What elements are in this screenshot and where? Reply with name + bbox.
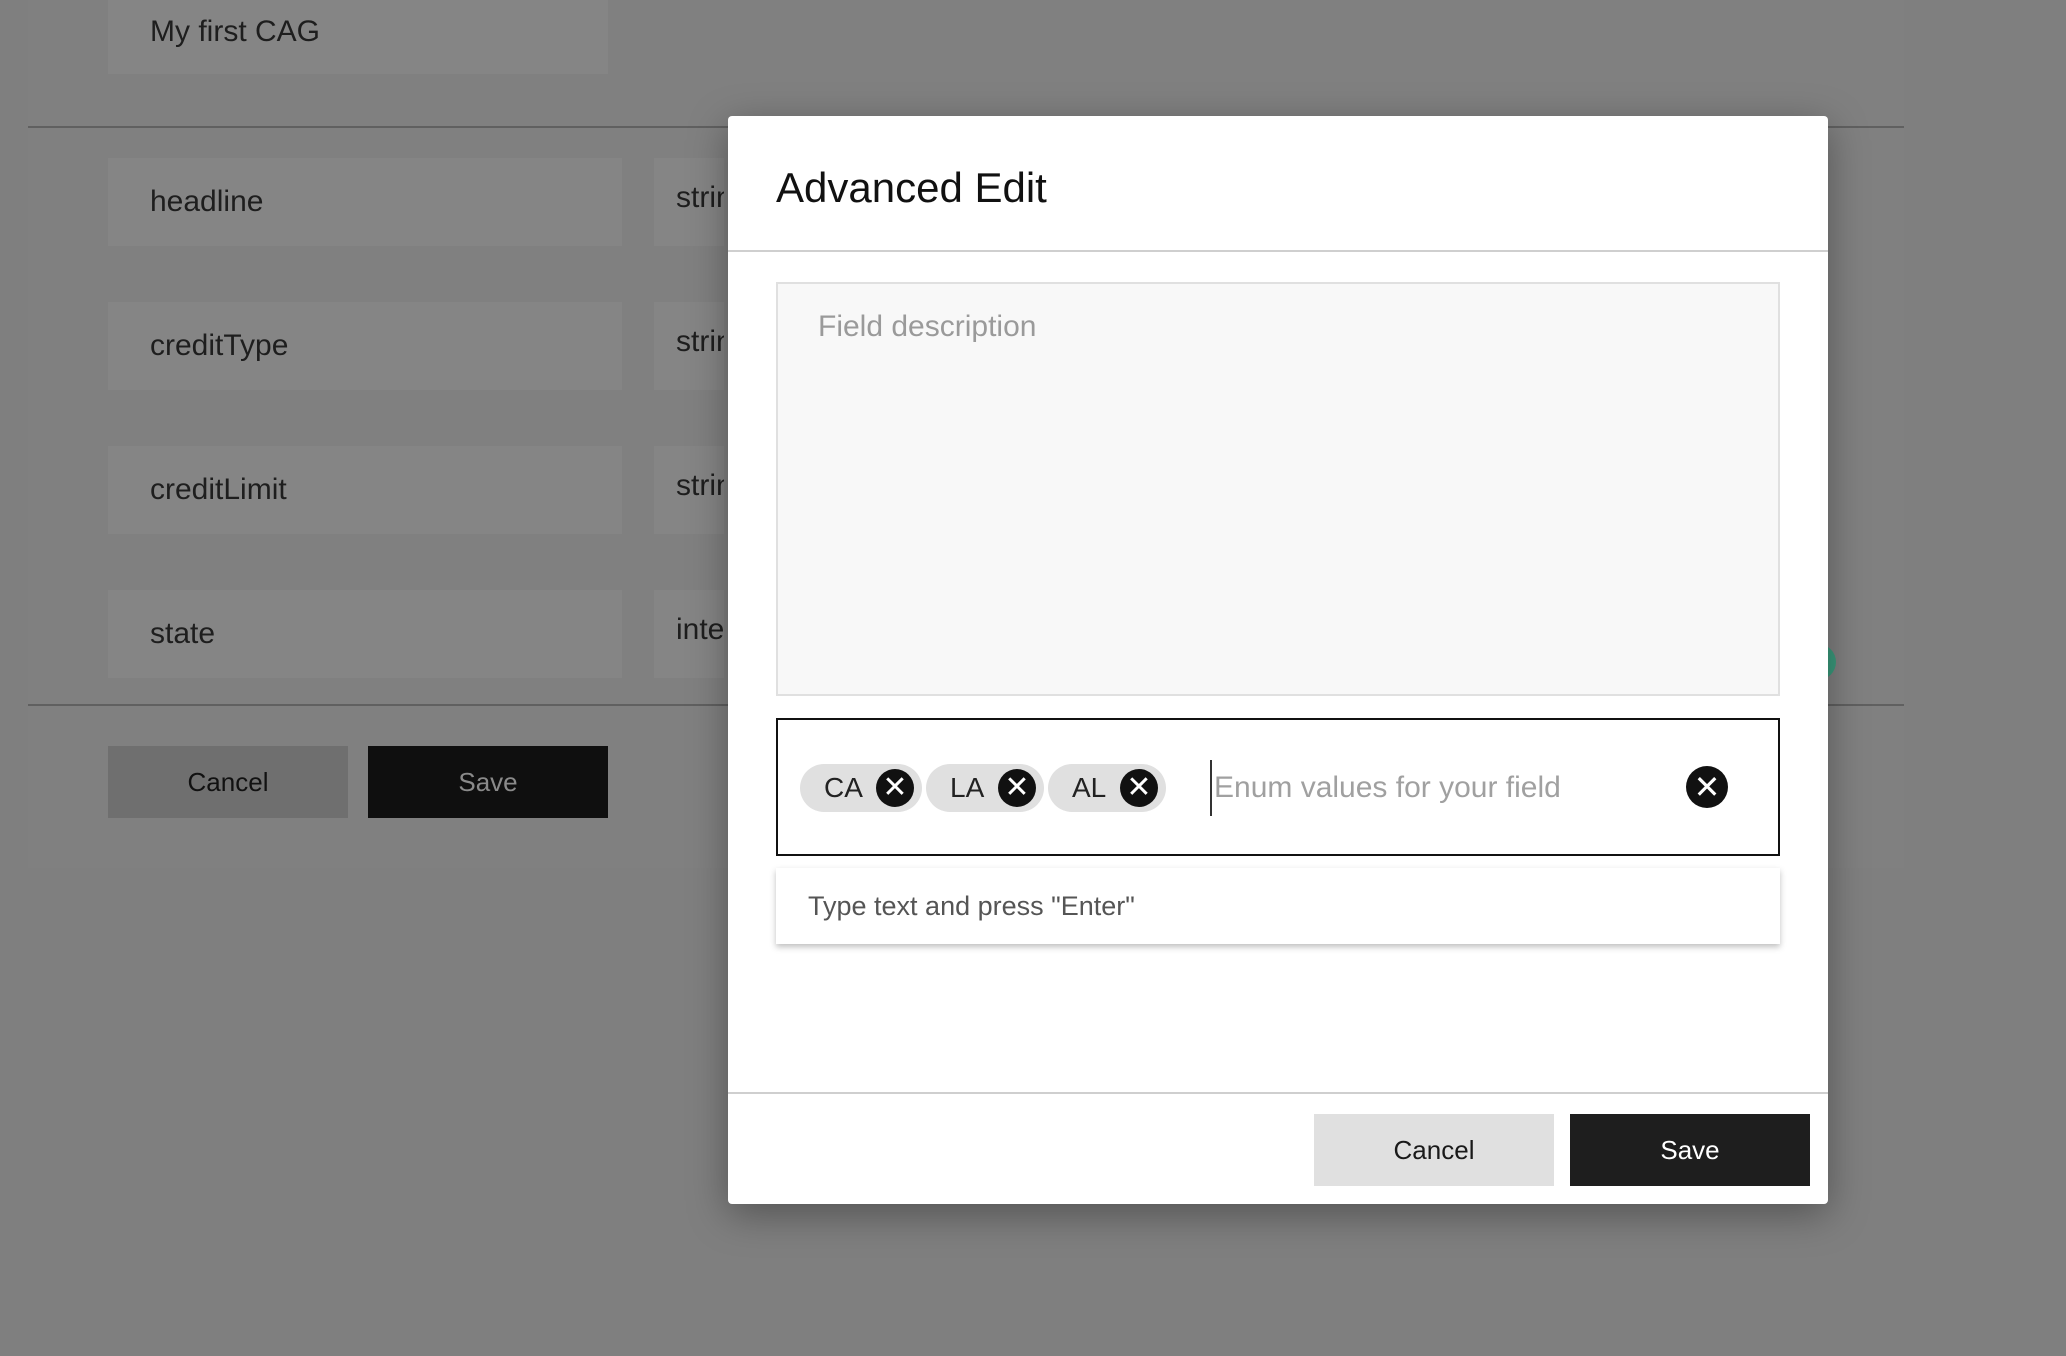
enum-chip-ca: CA ✕	[800, 764, 922, 812]
field-name-headline[interactable]: headline	[108, 158, 622, 246]
field-type-credittype[interactable]: string	[654, 302, 724, 390]
enum-chip-la: LA ✕	[926, 764, 1044, 812]
clear-all-icon[interactable]: ✕	[1686, 766, 1728, 808]
remove-chip-icon[interactable]: ✕	[998, 769, 1036, 807]
cancel-button[interactable]: Cancel	[1314, 1114, 1554, 1186]
field-description-input[interactable]	[776, 282, 1780, 696]
enum-chip-al: AL ✕	[1048, 764, 1166, 812]
background-save-button[interactable]: Save	[368, 746, 608, 818]
cag-name-field[interactable]: My first CAG	[108, 0, 608, 74]
enum-chip-label: AL	[1072, 772, 1107, 803]
modal-footer-divider	[728, 1092, 1828, 1094]
field-name-credittype[interactable]: creditType	[108, 302, 622, 390]
remove-chip-icon[interactable]: ✕	[1120, 769, 1158, 807]
field-name-creditlimit[interactable]: creditLimit	[108, 446, 622, 534]
enum-values-input[interactable]: CA ✕ LA ✕ AL ✕ ✕	[776, 718, 1780, 856]
enum-text-input[interactable]	[1210, 760, 1654, 816]
background-cancel-button[interactable]: Cancel	[108, 746, 348, 818]
modal-header-divider	[728, 250, 1828, 252]
remove-chip-icon[interactable]: ✕	[876, 769, 914, 807]
modal-title: Advanced Edit	[776, 164, 1047, 211]
enum-chip-label: LA	[950, 772, 985, 803]
field-name-state[interactable]: state	[108, 590, 622, 678]
field-type-creditlimit[interactable]: string	[654, 446, 724, 534]
field-type-headline[interactable]: string	[654, 158, 724, 246]
enum-chip-label: CA	[824, 772, 863, 803]
save-button[interactable]: Save	[1570, 1114, 1810, 1186]
field-type-state[interactable]: integer	[654, 590, 724, 678]
advanced-edit-modal: Advanced Edit CA ✕ LA ✕ AL ✕ ✕ Type text…	[728, 116, 1828, 1204]
enum-hint-dropdown: Type text and press "Enter"	[776, 868, 1780, 944]
